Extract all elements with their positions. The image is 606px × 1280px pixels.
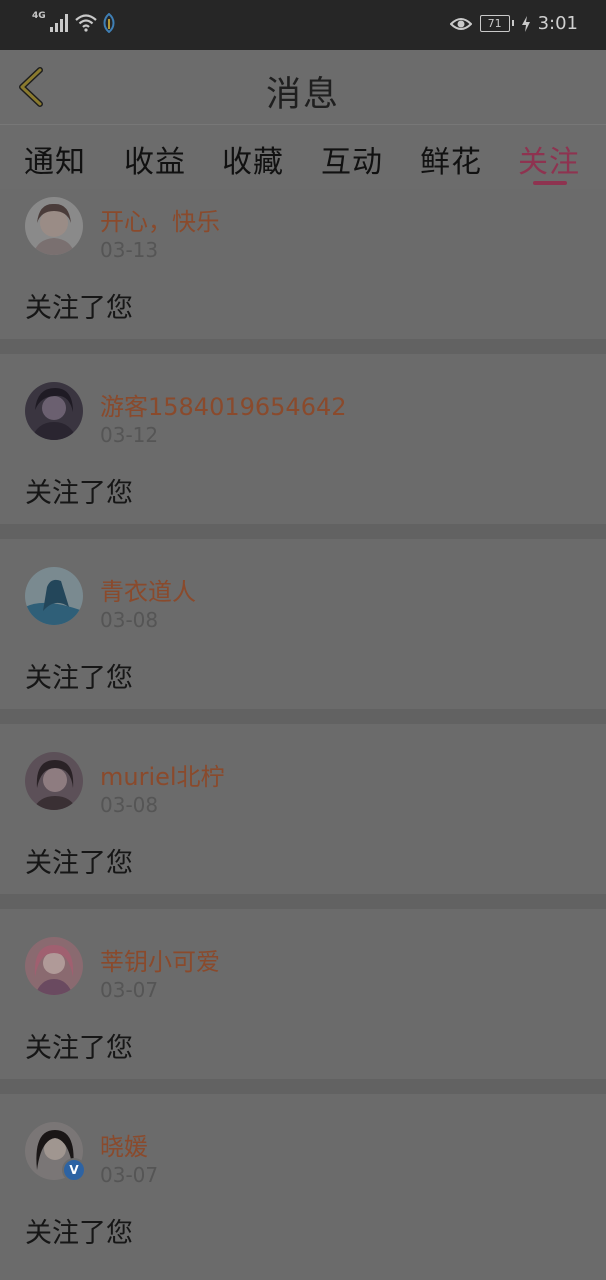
eye-icon (449, 17, 472, 30)
signal-icon (49, 14, 68, 32)
username[interactable]: 晓媛 (100, 1127, 148, 1162)
list-item[interactable]: 开心，快乐 03-13 关注了您 (0, 189, 606, 339)
tab-flowers[interactable]: 鲜花 (420, 137, 482, 181)
follow-message: 关注了您 (25, 663, 133, 694)
charging-icon (521, 15, 530, 32)
tab-favorites[interactable]: 收藏 (222, 137, 284, 181)
avatar (25, 752, 83, 810)
follow-date: 03-08 (100, 793, 159, 817)
divider (0, 894, 606, 909)
wifi-icon (74, 14, 97, 32)
divider (0, 524, 606, 539)
divider (0, 339, 606, 354)
list-item[interactable]: 青衣道人 03-08 关注了您 (0, 539, 606, 694)
follow-message: 关注了您 (25, 848, 133, 879)
username[interactable]: 游客1584019654642 (100, 387, 347, 422)
avatar (25, 382, 83, 440)
tab-bar: 通知 收益 收藏 互动 鲜花 关注 (0, 125, 606, 189)
status-bar: 4G 71 3:01 (0, 0, 606, 50)
follow-message: 关注了您 (25, 478, 133, 509)
follow-date: 03-07 (100, 978, 159, 1002)
divider (0, 709, 606, 724)
username[interactable]: 开心，快乐 (100, 202, 220, 237)
clock: 3:01 (537, 13, 578, 34)
avatar (25, 567, 83, 625)
avatar (25, 937, 83, 995)
status-right: 71 3:01 (449, 13, 578, 34)
follow-message: 关注了您 (25, 1218, 133, 1249)
tab-interactions[interactable]: 互动 (321, 137, 383, 181)
leaf-icon (103, 13, 115, 33)
tab-notifications[interactable]: 通知 (24, 137, 86, 181)
username[interactable]: 莘钥小可爱 (100, 942, 220, 977)
avatar (25, 197, 83, 255)
follow-date: 03-13 (100, 238, 159, 262)
username[interactable]: 青衣道人 (100, 572, 196, 607)
follow-message: 关注了您 (25, 1033, 133, 1064)
list-item[interactable]: muriel北柠 03-08 关注了您 (0, 724, 606, 879)
follow-date: 03-07 (100, 1163, 159, 1187)
tab-following[interactable]: 关注 (518, 137, 580, 181)
follow-date: 03-12 (100, 423, 159, 447)
verified-badge-icon: V (62, 1158, 86, 1182)
active-tab-indicator (533, 181, 567, 185)
username[interactable]: muriel北柠 (100, 757, 225, 792)
status-left: 4G (32, 11, 116, 33)
tab-earnings[interactable]: 收益 (124, 137, 186, 181)
list-item[interactable]: V 晓媛 03-07 关注了您 (0, 1094, 606, 1249)
divider (0, 1079, 606, 1094)
list-item[interactable]: 游客1584019654642 03-12 关注了您 (0, 354, 606, 509)
page-title: 消息 (265, 75, 340, 115)
app-header: 消息 (0, 50, 606, 125)
follow-date: 03-08 (100, 608, 159, 632)
follow-message: 关注了您 (25, 293, 133, 324)
battery-icon: 71 (479, 15, 514, 32)
network-type: 4G (32, 11, 46, 21)
list-item[interactable]: 莘钥小可爱 03-07 关注了您 (0, 909, 606, 1064)
